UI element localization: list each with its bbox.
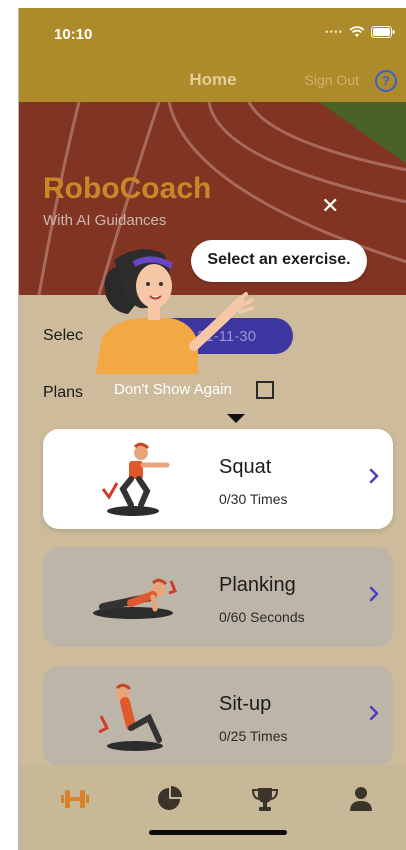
app-screen: 10:10 •••• Home Sign Out ? RoboCoach Wit… — [18, 8, 406, 850]
pie-chart-icon — [158, 786, 182, 810]
chevron-right-icon — [369, 705, 379, 721]
dont-show-again-label: Don't Show Again — [114, 381, 232, 398]
exercise-progress: 0/60 Seconds — [219, 609, 305, 625]
select-date-label: Selec — [43, 327, 84, 344]
person-icon — [350, 787, 372, 811]
exercise-progress: 0/25 Times — [219, 728, 288, 744]
tab-achievements[interactable] — [245, 779, 285, 819]
exercise-card-planking[interactable]: Planking 0/60 Seconds — [43, 547, 393, 647]
status-bar: 10:10 •••• — [19, 8, 406, 60]
battery-icon — [371, 26, 395, 38]
exercise-card-squat[interactable]: Squat 0/30 Times — [43, 429, 393, 529]
sign-out-button[interactable]: Sign Out — [305, 72, 359, 88]
app-subtitle: With AI Guidances — [43, 212, 167, 229]
wifi-icon — [349, 26, 365, 37]
tab-profile[interactable] — [341, 779, 381, 819]
trophy-icon — [251, 788, 279, 811]
exercise-name: Squat — [219, 456, 272, 478]
nav-bar: Home Sign Out ? — [19, 60, 406, 102]
exercise-name: Sit-up — [219, 693, 272, 715]
plans-label: Plans — [43, 384, 84, 401]
sit-up-illustration — [98, 683, 163, 751]
tutorial-text: Select an exercise. — [207, 251, 351, 268]
chevron-right-icon — [369, 468, 379, 484]
signal-dots-icon: •••• — [324, 26, 343, 38]
tab-workout[interactable] — [55, 779, 95, 819]
exercise-progress: 0/30 Times — [219, 491, 288, 507]
planking-illustration — [93, 578, 177, 619]
chevron-right-icon — [369, 586, 379, 602]
exercise-card-sit-up[interactable]: Sit-up 0/25 Times — [43, 666, 393, 766]
home-indicator — [149, 830, 287, 835]
tutorial-speech-bubble: Select an exercise. — [191, 240, 367, 282]
app-title: RoboCoach — [43, 172, 212, 205]
dont-show-again-checkbox[interactable] — [256, 381, 274, 399]
squat-illustration — [101, 442, 170, 516]
status-time: 10:10 — [54, 26, 93, 43]
tab-stats[interactable] — [150, 779, 190, 819]
pointer-arrow-icon — [227, 414, 245, 423]
close-icon[interactable]: ✕ — [321, 193, 339, 219]
help-icon[interactable]: ? — [375, 70, 397, 92]
status-icons: •••• — [325, 26, 395, 38]
exercise-name: Planking — [219, 574, 296, 596]
tab-bar — [19, 765, 406, 850]
dumbbell-icon — [61, 790, 89, 808]
